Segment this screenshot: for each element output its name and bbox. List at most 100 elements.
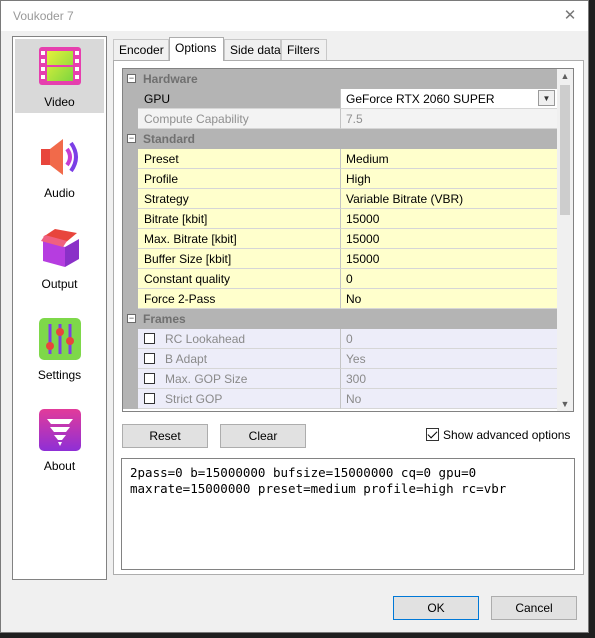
sidebar-item-audio[interactable]: Audio xyxy=(15,130,104,204)
row-margin xyxy=(123,249,138,269)
vertical-scrollbar[interactable]: ▲ ▼ xyxy=(557,69,573,411)
sidebar-item-label: Video xyxy=(44,95,75,109)
row-margin xyxy=(123,169,138,189)
property-value[interactable]: 15000 xyxy=(341,229,557,249)
collapse-icon[interactable]: − xyxy=(127,314,136,323)
gpu-select-value: GeForce RTX 2060 SUPER xyxy=(346,92,495,106)
sidebar-item-settings[interactable]: Settings xyxy=(15,312,104,386)
row-margin xyxy=(123,289,138,309)
property-name: B Adapt xyxy=(165,352,208,366)
scrollbar-thumb[interactable] xyxy=(560,85,570,215)
row-margin xyxy=(123,109,138,129)
row-margin xyxy=(123,189,138,209)
property-value[interactable]: 15000 xyxy=(341,209,557,229)
command-line-preview[interactable]: 2pass=0 b=15000000 bufsize=15000000 cq=0… xyxy=(121,458,575,570)
reset-button[interactable]: Reset xyxy=(122,424,208,448)
property-row-strategy[interactable]: Strategy Variable Bitrate (VBR) xyxy=(123,189,557,209)
property-row-bitrate[interactable]: Bitrate [kbit] 15000 xyxy=(123,209,557,229)
property-value: No xyxy=(341,389,557,409)
show-advanced-checkbox[interactable] xyxy=(426,428,439,441)
strict-gop-checkbox[interactable] xyxy=(144,393,155,404)
property-value[interactable]: Medium xyxy=(341,149,557,169)
property-name-cell: Max. GOP Size xyxy=(138,369,341,389)
gpu-select[interactable]: GeForce RTX 2060 SUPER ▼ xyxy=(341,89,557,109)
property-name: Max. GOP Size xyxy=(165,372,248,386)
property-name: Strategy xyxy=(138,189,341,209)
property-value[interactable]: High xyxy=(341,169,557,189)
property-row-compute-capability[interactable]: Compute Capability 7.5 xyxy=(123,109,557,129)
sidebar-item-about[interactable]: About xyxy=(15,403,104,477)
property-name: Strict GOP xyxy=(165,392,223,406)
tornado-logo-icon xyxy=(39,409,81,451)
property-name-cell: B Adapt xyxy=(138,349,341,369)
sidebar: Video Audio Output Settings About xyxy=(12,36,107,580)
window-title: Voukoder 7 xyxy=(13,9,74,23)
sidebar-item-label: About xyxy=(43,459,76,473)
row-margin xyxy=(123,89,138,109)
sidebar-item-video[interactable]: Video xyxy=(15,39,104,113)
property-row-profile[interactable]: Profile High xyxy=(123,169,557,189)
scroll-down-icon[interactable]: ▼ xyxy=(557,397,573,411)
property-grid-body: − Hardware GPU GeForce RTX 2060 SUPER ▼ … xyxy=(123,69,557,411)
property-name-cell: Strict GOP xyxy=(138,389,341,409)
show-advanced-options-toggle[interactable]: Show advanced options xyxy=(426,428,570,442)
property-name: RC Lookahead xyxy=(165,332,246,346)
options-panel: − Hardware GPU GeForce RTX 2060 SUPER ▼ … xyxy=(113,60,584,575)
category-standard[interactable]: − Standard xyxy=(123,129,557,149)
row-margin xyxy=(123,349,138,369)
sidebar-item-label: Audio xyxy=(44,186,75,200)
property-row-strict-gop[interactable]: Strict GOP No xyxy=(123,389,557,409)
tab-filters[interactable]: Filters xyxy=(281,39,327,60)
sidebar-item-output[interactable]: Output xyxy=(15,221,104,295)
clear-button[interactable]: Clear xyxy=(220,424,306,448)
property-name: Buffer Size [kbit] xyxy=(138,249,341,269)
property-row-buffer-size[interactable]: Buffer Size [kbit] 15000 xyxy=(123,249,557,269)
tab-encoder[interactable]: Encoder xyxy=(113,39,169,60)
row-margin xyxy=(123,369,138,389)
cancel-button[interactable]: Cancel xyxy=(491,596,577,620)
category-label: Standard xyxy=(143,132,196,146)
chevron-down-icon[interactable]: ▼ xyxy=(538,90,555,106)
b-adapt-checkbox[interactable] xyxy=(144,353,155,364)
category-label: Hardware xyxy=(143,72,198,86)
voukoder-dialog: Voukoder 7 ✕ Video Audio Output Settings… xyxy=(0,0,589,633)
command-line-2: maxrate=15000000 preset=medium profile=h… xyxy=(130,481,507,496)
property-row-force-2-pass[interactable]: Force 2-Pass No xyxy=(123,289,557,309)
tab-options[interactable]: Options xyxy=(169,37,224,61)
property-name: Preset xyxy=(138,149,341,169)
tab-side-data[interactable]: Side data xyxy=(224,39,281,60)
property-row-preset[interactable]: Preset Medium xyxy=(123,149,557,169)
sliders-icon xyxy=(39,318,81,360)
row-margin xyxy=(123,229,138,249)
property-value: 0 xyxy=(341,329,557,349)
property-row-max-gop-size[interactable]: Max. GOP Size 300 xyxy=(123,369,557,389)
collapse-icon[interactable]: − xyxy=(127,74,136,83)
property-row-gpu[interactable]: GPU GeForce RTX 2060 SUPER ▼ xyxy=(123,89,557,109)
property-name: Profile xyxy=(138,169,341,189)
property-name: Compute Capability xyxy=(138,109,341,129)
category-hardware[interactable]: − Hardware xyxy=(123,69,557,89)
collapse-icon[interactable]: − xyxy=(127,134,136,143)
row-margin xyxy=(123,269,138,289)
property-value[interactable]: 15000 xyxy=(341,249,557,269)
close-icon[interactable]: ✕ xyxy=(558,5,582,27)
property-row-constant-quality[interactable]: Constant quality 0 xyxy=(123,269,557,289)
property-row-max-bitrate[interactable]: Max. Bitrate [kbit] 15000 xyxy=(123,229,557,249)
category-label: Frames xyxy=(143,312,186,326)
show-advanced-label: Show advanced options xyxy=(443,428,571,442)
property-value[interactable]: No xyxy=(341,289,557,309)
property-name: GPU xyxy=(138,89,341,109)
ok-button[interactable]: OK xyxy=(393,596,479,620)
property-value: Yes xyxy=(341,349,557,369)
row-margin xyxy=(123,329,138,349)
property-value[interactable]: 0 xyxy=(341,269,557,289)
property-value[interactable]: Variable Bitrate (VBR) xyxy=(341,189,557,209)
scroll-up-icon[interactable]: ▲ xyxy=(557,69,573,83)
category-frames[interactable]: − Frames xyxy=(123,309,557,329)
row-margin xyxy=(123,209,138,229)
property-row-rc-lookahead[interactable]: RC Lookahead 0 xyxy=(123,329,557,349)
rc-lookahead-checkbox[interactable] xyxy=(144,333,155,344)
row-margin xyxy=(123,389,138,409)
max-gop-size-checkbox[interactable] xyxy=(144,373,155,384)
property-row-b-adapt[interactable]: B Adapt Yes xyxy=(123,349,557,369)
